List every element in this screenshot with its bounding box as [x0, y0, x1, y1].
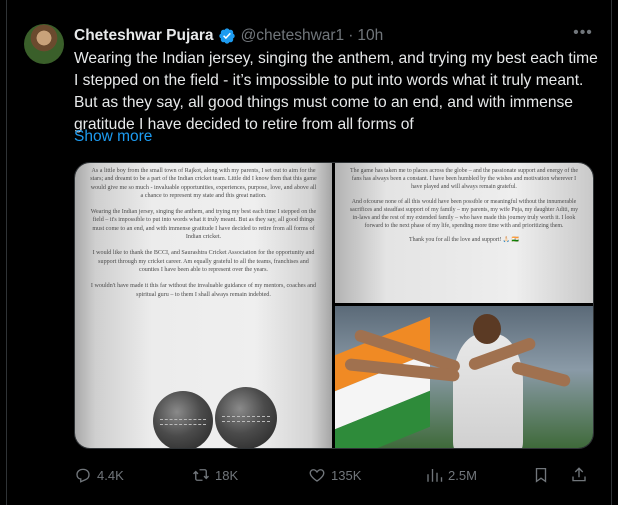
tweet-header: Cheteshwar Pujara @cheteshwar1 · 10h: [74, 25, 383, 47]
verified-badge-icon: [218, 28, 235, 44]
views-button[interactable]: 2.5M: [425, 466, 477, 484]
reply-icon: [76, 468, 90, 483]
reply-count: 4.4K: [97, 467, 124, 483]
retweet-count: 18K: [215, 467, 239, 483]
letter-paragraph: Thank you for all the love and support! …: [408, 237, 520, 244]
separator-dot: ·: [348, 27, 354, 44]
views-count: 2.5M: [448, 467, 477, 483]
reply-button[interactable]: 4.4K: [74, 466, 124, 484]
retweet-button[interactable]: 18K: [192, 466, 238, 484]
share-icon: [572, 467, 586, 482]
letter-paragraph: I would like to thank the BCCI, and Saur…: [92, 250, 315, 273]
views-icon: [427, 469, 443, 482]
like-button[interactable]: 135K: [308, 466, 361, 484]
cricket-ball-right: [215, 387, 277, 448]
letter-paragraph: Wearing the Indian jersey, singing the a…: [90, 209, 317, 241]
bookmark-button[interactable]: [532, 466, 555, 484]
letter-text-right: The game has taken me to places across t…: [347, 167, 581, 251]
more-options-icon[interactable]: •••: [572, 22, 594, 44]
player-head: [473, 314, 501, 344]
like-count: 135K: [331, 467, 362, 483]
letter-paragraph: I wouldn't have made it this far without…: [90, 283, 317, 298]
retweet-icon: [193, 469, 209, 481]
share-button[interactable]: [570, 466, 593, 484]
action-bar: 4.4K 18K 135K 2.5M: [74, 462, 594, 488]
letter-paragraph: As a little boy from the small town of R…: [90, 168, 317, 199]
heart-icon: [309, 469, 325, 482]
avatar[interactable]: [24, 24, 64, 64]
tweet-text: Wearing the Indian jersey, singing the a…: [74, 50, 598, 133]
show-more-link[interactable]: Show more: [74, 128, 152, 146]
media-image-letter-2[interactable]: The game has taken me to places across t…: [335, 163, 593, 303]
timestamp[interactable]: 10h: [357, 27, 383, 45]
author-handle[interactable]: @cheteshwar1: [241, 27, 345, 45]
media-grid: As a little boy from the small town of R…: [74, 162, 594, 449]
letter-paragraph: The game has taken me to places across t…: [350, 168, 578, 191]
bookmark-icon: [535, 467, 547, 483]
media-image-photo[interactable]: [335, 306, 593, 448]
author-name[interactable]: Cheteshwar Pujara: [74, 27, 214, 45]
cricket-ball-left: [153, 391, 213, 448]
letter-text-left: As a little boy from the small town of R…: [89, 167, 318, 307]
media-image-letter-1[interactable]: As a little boy from the small town of R…: [75, 163, 332, 448]
letter-paragraph: And ofcourse none of all this would have…: [349, 198, 579, 230]
